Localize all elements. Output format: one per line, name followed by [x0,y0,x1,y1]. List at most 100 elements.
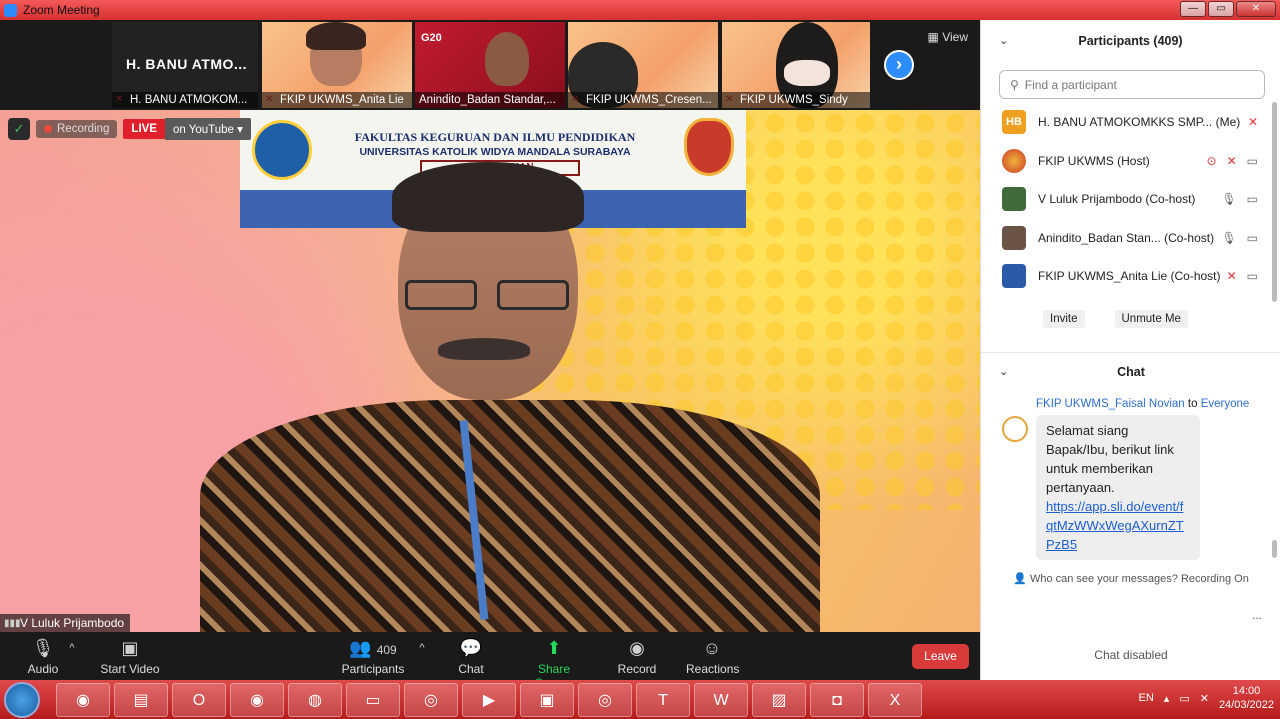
tray-expand-icon[interactable]: ▴ [1164,692,1170,705]
youtube-dropdown[interactable]: on YouTube ▾ [164,118,251,140]
opera-app-icon[interactable]: O [172,683,226,717]
signal-bars-icon: ▮▮▮ [4,618,21,629]
mic-icon: 🎙 [1221,192,1237,206]
zoom-app-icon[interactable]: ◘ [810,683,864,717]
participants-options-button[interactable]: ^ [416,636,428,660]
avatar [1002,225,1026,250]
close-button[interactable]: ✕ [1236,1,1276,17]
recording-indicator[interactable]: Recording [36,120,118,138]
meeting-area: H. BANU ATMO... ✕ H. BANU ATMOKOM... ✕ F… [0,20,980,690]
monitor-app-icon[interactable]: ▣ [520,683,574,717]
banner-line1: FAKULTAS KEGURUAN DAN ILMU PENDIDIKAN [354,130,636,144]
firefox-app-icon[interactable]: ◍ [288,683,342,717]
avatar [1002,416,1028,442]
excel-app-icon[interactable]: X [868,683,922,717]
participants-icon: 👥 409 [349,638,397,658]
folder-app-icon[interactable]: ▭ [346,683,400,717]
audio-options-button[interactable]: ^ [66,636,78,660]
chat-more-button[interactable]: ... [1252,608,1262,622]
tile-name: Anindito_Badan Standar,... [415,92,565,108]
g20-logo: G20 [421,32,442,44]
leave-button[interactable]: Leave [912,644,969,669]
list-item[interactable]: V Luluk Prijambodo (Co-host) 🎙 ▭ [981,180,1280,219]
record-icon: ◉ [629,638,645,658]
live-badge[interactable]: LIVE [123,119,165,139]
video-icon: ▭ [1246,153,1258,168]
participant-video [485,32,529,86]
video-tile-cresen[interactable]: ✕ FKIP UKWMS_Cresen... [568,22,718,108]
view-button[interactable]: ▦ View [928,30,968,44]
participant-search-input[interactable]: ⚲ Find a participant [999,70,1265,99]
recording-status: ✓ Recording LIVE on YouTube ▾ [8,118,251,140]
audio-button[interactable]: 🎙 Audio [26,636,60,676]
chat-disabled-label: Chat disabled [1094,648,1168,662]
mic-muted-icon: ✕ [1247,115,1258,129]
video-tile-anindito[interactable]: G20 Anindito_Badan Standar,... [415,22,565,108]
participants-header: ⌄ Participants (409) [981,20,1280,62]
computer-app-icon[interactable]: ▤ [114,683,168,717]
collapse-chevron-icon[interactable]: ⌄ [999,20,1008,62]
video-icon: ▭ [1246,192,1258,206]
video-off-icon: ▣ [121,638,139,658]
chrome2-app-icon[interactable]: ◎ [578,683,632,717]
avast-app-icon[interactable]: ◉ [56,683,110,717]
tut-wuri-logo [252,120,312,180]
minimize-button[interactable]: — [1180,1,1206,17]
media-app-icon[interactable]: ▶ [462,683,516,717]
list-item[interactable]: Anindito_Badan Stan... (Co-host) 🎙 ▭ [981,219,1280,258]
chat-icon: 💬 [459,638,483,658]
unmute-me-button[interactable]: Unmute Me [1114,309,1188,328]
video-tile-sindy[interactable]: ✕ FKIP UKWMS_Sindy [722,22,870,108]
person-icon: 👤 [1013,573,1027,585]
maximize-button[interactable]: ▭ [1208,1,1234,17]
teams-app-icon[interactable]: T [636,683,690,717]
chat-message-header: FKIP UKWMS_Faisal Novian to Everyone [1036,398,1249,410]
video-tile-anita[interactable]: ✕ FKIP UKWMS_Anita Lie [262,22,412,108]
face-mask [784,60,830,86]
avatar [1002,264,1026,289]
list-item[interactable]: HB H. BANU ATMOKOMKKS SMP... (Me) ✕ [981,103,1280,142]
window-title: Zoom Meeting [23,3,100,17]
security-shield-icon[interactable]: ✓ [8,118,30,140]
avatar [1002,187,1026,212]
chat-button[interactable]: 💬 Chat [454,636,488,676]
clock[interactable]: 14:00 24/03/2022 [1219,684,1274,712]
next-page-button[interactable]: › [884,50,914,80]
zoom-app-icon [4,3,17,17]
chat-visibility-notice[interactable]: 👤 Who can see your messages? Recording O… [981,572,1280,585]
chat-to: to [1187,398,1198,410]
list-item[interactable]: FKIP UKWMS_Anita Lie (Co-host) ✕ ▭ [981,257,1280,296]
start-video-button[interactable]: ▣ Start Video [98,636,162,676]
start-button[interactable] [4,682,40,718]
view-label: View [942,30,968,44]
tile-name: FKIP UKWMS_Cresen... [568,92,718,108]
share-screen-icon: ⬆ [546,638,562,658]
video-tile-self[interactable]: H. BANU ATMO... ✕ H. BANU ATMOKOM... [112,22,258,108]
reactions-button[interactable]: ☺ Reactions [686,636,739,676]
volume-muted-icon[interactable]: ✕ [1200,692,1209,705]
chat-sender[interactable]: FKIP UKWMS_Faisal Novian [1036,398,1185,410]
chat-scrollbar[interactable] [1272,540,1277,558]
language-indicator[interactable]: EN [1139,692,1154,704]
invite-button[interactable]: Invite [1043,309,1085,328]
search-icon: ⚲ [1010,77,1019,92]
word-app-icon[interactable]: W [694,683,748,717]
mic-icon: 🎙 [1221,230,1237,245]
collapse-chevron-icon[interactable]: ⌄ [999,353,1008,391]
window-controls: — ▭ ✕ [1180,1,1276,17]
participants-count: 409 [376,643,397,657]
chrome-app-icon[interactable]: ◎ [404,683,458,717]
speaker-mustache [438,338,530,360]
network-icon[interactable]: ▭ [1179,692,1189,705]
chat-message-link[interactable]: https://app.sli.do/event/fqtMzWWxWegAXur… [1046,499,1184,552]
browser-app-icon[interactable]: ◉ [230,683,284,717]
chat-message-text: Selamat siang Bapak/Ibu, berikut link un… [1046,423,1174,495]
participants-scrollbar[interactable] [1272,102,1277,302]
speaker-hair [392,162,584,232]
participants-button[interactable]: 👥 409 Participants [340,636,406,676]
list-item[interactable]: FKIP UKWMS (Host) ⊙ ✕ ▭ [981,142,1280,181]
grid-icon: ▦ [927,30,943,44]
photos-app-icon[interactable]: ▨ [752,683,806,717]
record-button[interactable]: ◉ Record [616,636,658,676]
avatar: HB [1002,110,1026,135]
